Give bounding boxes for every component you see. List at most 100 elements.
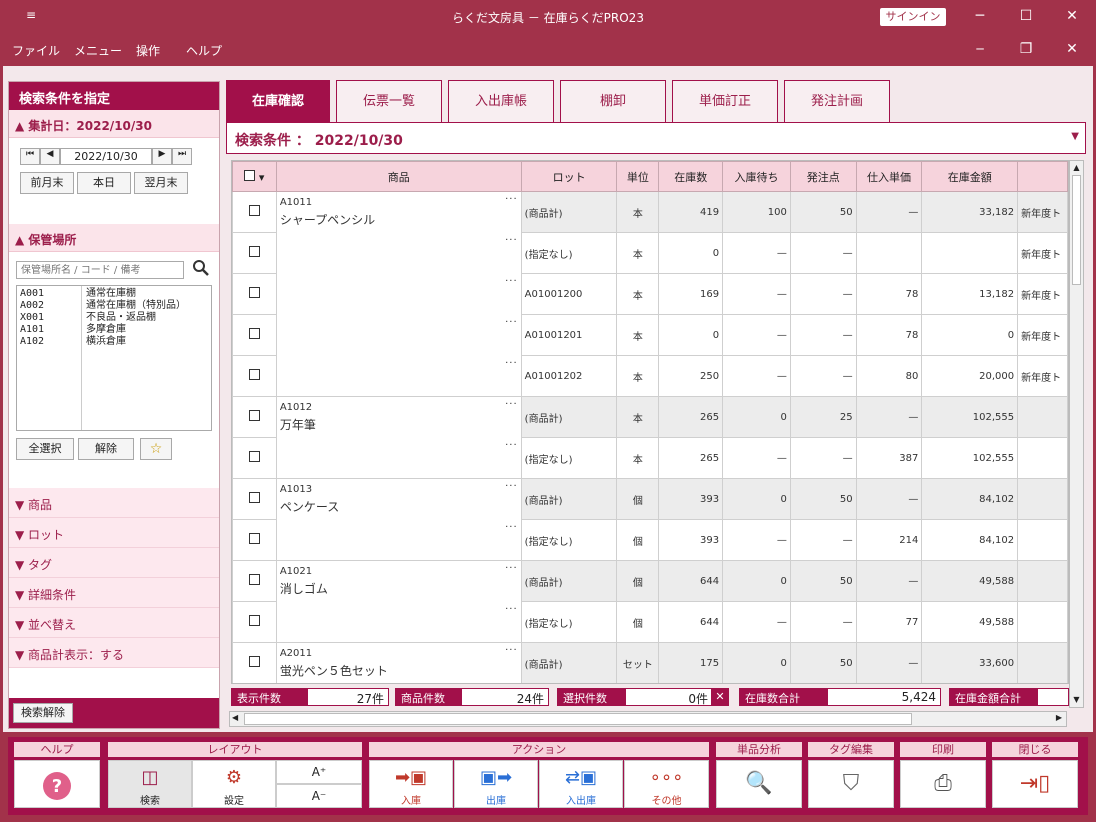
product-cell[interactable]: A1011 シャープペンシル ··· ··· ··· ··· ··· xyxy=(275,191,522,397)
hscroll-thumb[interactable] xyxy=(244,713,912,725)
col-order-point[interactable]: 発注点 xyxy=(789,161,857,192)
product-cell[interactable]: A1012 万年筆 ··· ··· xyxy=(275,396,522,479)
today-button[interactable]: 本日 xyxy=(77,172,131,194)
inner-minimize-button[interactable]: ─ xyxy=(965,37,995,61)
row-checkbox[interactable] xyxy=(232,519,277,561)
inner-restore-button[interactable]: ❐ xyxy=(1011,37,1041,61)
location-item[interactable]: X001 不良品・返品棚 xyxy=(20,312,208,324)
lot-section[interactable]: ▼ ロット xyxy=(9,518,219,548)
col-wait[interactable]: 入庫待ち xyxy=(722,161,791,192)
row-checkbox[interactable] xyxy=(232,232,277,274)
row-checkbox[interactable] xyxy=(232,601,277,643)
tab-order-plan[interactable]: 発注計画 xyxy=(784,80,890,122)
table-row[interactable]: A1012 万年筆 ··· ··· (商品計) 本 265 0 25 — 102… xyxy=(232,396,1068,479)
menu-menu[interactable]: メニュー xyxy=(74,42,122,59)
close-button[interactable]: ✕ xyxy=(1057,4,1087,28)
first-date-button[interactable]: ⏮ xyxy=(20,148,40,165)
row-checkbox[interactable] xyxy=(232,355,277,397)
select-all-checkbox[interactable]: ▾ xyxy=(232,161,277,192)
next-month-end-button[interactable]: 翌月末 xyxy=(134,172,188,194)
other-actions-button[interactable]: ∘∘∘ その他 xyxy=(624,760,709,808)
menu-help[interactable]: ヘルプ xyxy=(186,42,222,59)
date-input[interactable]: 2022/10/30 xyxy=(60,148,152,165)
font-down-button[interactable]: A⁻ xyxy=(276,784,362,808)
location-item[interactable]: A002 通常在庫棚（特別品） xyxy=(20,300,208,312)
col-product[interactable]: 商品 xyxy=(275,161,522,192)
more-icon[interactable]: ··· xyxy=(505,522,518,533)
row-checkbox[interactable] xyxy=(232,314,277,356)
col-price[interactable]: 仕入単価 xyxy=(855,161,923,192)
vertical-scrollbar[interactable]: ▲ ▼ xyxy=(1069,160,1084,708)
product-total-section[interactable]: ▼ 商品計表示：する xyxy=(9,638,219,668)
location-section-header[interactable]: ▲ 保管場所 xyxy=(9,224,219,252)
stock-in-button[interactable]: ➡▣ 入庫 xyxy=(369,760,453,808)
select-all-button[interactable]: 全選択 xyxy=(16,438,74,460)
tag-edit-button[interactable]: ⛉ xyxy=(808,760,894,808)
minimize-button[interactable]: ─ xyxy=(965,4,995,28)
more-icon[interactable]: ··· xyxy=(505,481,518,492)
help-button[interactable]: ? xyxy=(14,760,100,808)
tag-section[interactable]: ▼ タグ xyxy=(9,548,219,578)
print-button[interactable]: ⎙ xyxy=(900,760,986,808)
next-date-button[interactable]: ▶ xyxy=(152,148,172,165)
row-checkbox[interactable] xyxy=(232,478,277,520)
col-lot[interactable]: ロット xyxy=(520,161,618,192)
location-list[interactable]: A001 通常在庫棚 A002 通常在庫棚（特別品） X001 不良品・返品棚 A10… xyxy=(16,285,212,431)
row-checkbox[interactable] xyxy=(232,642,277,683)
tab-price-correct[interactable]: 単価訂正 xyxy=(672,80,778,122)
scroll-right-icon[interactable]: ▶ xyxy=(1056,713,1062,722)
scroll-thumb[interactable] xyxy=(1072,175,1081,285)
col-amount[interactable]: 在庫金額 xyxy=(921,161,1019,192)
chevron-down-icon[interactable]: ▼ xyxy=(1071,131,1079,142)
prev-date-button[interactable]: ◀ xyxy=(40,148,60,165)
row-checkbox[interactable] xyxy=(232,560,277,602)
row-checkbox[interactable] xyxy=(232,437,277,479)
last-date-button[interactable]: ⏭ xyxy=(172,148,192,165)
scroll-up-icon[interactable]: ▲ xyxy=(1070,161,1083,175)
scroll-left-icon[interactable]: ◀ xyxy=(232,713,238,722)
location-item[interactable]: A102 横浜倉庫 xyxy=(20,336,208,348)
maximize-button[interactable]: ☐ xyxy=(1011,4,1041,28)
more-icon[interactable]: ··· xyxy=(505,604,518,615)
tab-inout-book[interactable]: 入出庫帳 xyxy=(448,80,554,122)
clear-search-button[interactable]: 検索解除 xyxy=(13,703,73,723)
location-search-input[interactable] xyxy=(16,261,184,279)
layout-settings-button[interactable]: ⚙ 設定 xyxy=(192,760,276,808)
col-qty[interactable]: 在庫数 xyxy=(658,161,724,192)
font-up-button[interactable]: A⁺ xyxy=(276,760,362,784)
prev-month-end-button[interactable]: 前月末 xyxy=(20,172,74,194)
search-icon[interactable] xyxy=(192,259,210,277)
product-cell[interactable]: A2011 蛍光ペン５色セット ··· xyxy=(275,642,522,683)
table-row[interactable]: A1013 ペンケース ··· ··· (商品計) 個 393 0 50 — 8… xyxy=(232,478,1068,561)
more-icon[interactable]: ··· xyxy=(505,358,518,369)
menu-operation[interactable]: 操作 xyxy=(136,42,160,59)
more-icon[interactable]: ··· xyxy=(505,317,518,328)
location-item[interactable]: A101 多摩倉庫 xyxy=(20,324,208,336)
date-section-header[interactable]: ▲ 集計日：2022/10/30 xyxy=(9,110,219,138)
stock-inout-button[interactable]: ⇄▣ 入出庫 xyxy=(539,760,623,808)
table-row[interactable]: A2011 蛍光ペン５色セット ··· (商品計) セット 175 0 50 —… xyxy=(232,642,1068,683)
table-row[interactable]: A1011 シャープペンシル ··· ··· ··· ··· ··· (商品計)… xyxy=(232,191,1068,397)
product-section[interactable]: ▼ 商品 xyxy=(9,488,219,518)
detail-section[interactable]: ▼ 詳細条件 xyxy=(9,578,219,608)
product-cell[interactable]: A1013 ペンケース ··· ··· xyxy=(275,478,522,561)
stock-out-button[interactable]: ▣➡ 出庫 xyxy=(454,760,538,808)
layout-search-button[interactable]: ◫ 検索 xyxy=(108,760,192,808)
horizontal-scrollbar[interactable]: ◀ ▶ xyxy=(229,711,1067,727)
deselect-button[interactable]: 解除 xyxy=(78,438,134,460)
row-checkbox[interactable] xyxy=(232,396,277,438)
search-condition-bar[interactable]: 検索条件 ： 2022/10/30 ▼ xyxy=(226,122,1086,154)
tab-slips[interactable]: 伝票一覧 xyxy=(336,80,442,122)
row-checkbox[interactable] xyxy=(232,191,277,233)
clear-selection-icon[interactable]: ✕ xyxy=(711,688,729,706)
table-row[interactable]: A1021 消しゴム ··· ··· (商品計) 個 644 0 50 — 49… xyxy=(232,560,1068,643)
more-icon[interactable]: ··· xyxy=(505,235,518,246)
menu-file[interactable]: ファイル xyxy=(12,42,60,59)
more-icon[interactable]: ··· xyxy=(505,276,518,287)
more-icon[interactable]: ··· xyxy=(505,194,518,205)
scroll-down-icon[interactable]: ▼ xyxy=(1070,693,1083,707)
more-icon[interactable]: ··· xyxy=(505,645,518,656)
analysis-button[interactable]: 🔍 xyxy=(716,760,802,808)
row-checkbox[interactable] xyxy=(232,273,277,315)
col-unit[interactable]: 単位 xyxy=(616,161,660,192)
